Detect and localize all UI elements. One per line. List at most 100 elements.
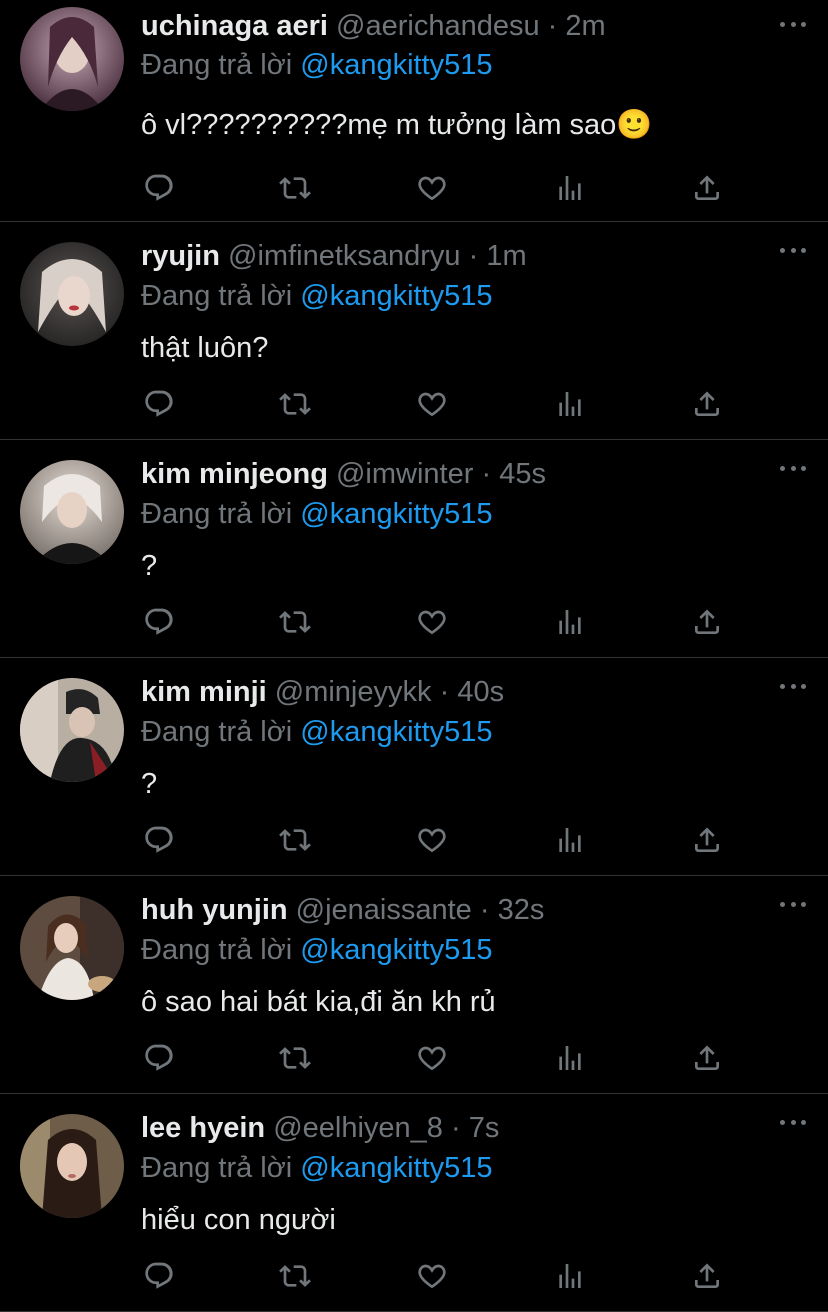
more-icon[interactable] <box>778 238 808 262</box>
tweet[interactable]: kim minjeong @imwinter · 45s Đang trả lờ… <box>0 440 828 658</box>
like-button[interactable] <box>414 604 450 640</box>
tweet[interactable]: kim minji @minjeyykk · 40s Đang trả lời … <box>0 658 828 876</box>
reply-button[interactable] <box>141 604 177 640</box>
like-button[interactable] <box>414 822 450 858</box>
retweet-button[interactable] <box>277 1258 313 1294</box>
replying-to-user-link[interactable]: @kangkitty515 <box>300 49 492 81</box>
more-icon[interactable] <box>778 892 808 916</box>
replying-to-label: Đang trả lời <box>141 280 293 312</box>
reply-button[interactable] <box>141 170 177 206</box>
user-handle[interactable]: @minjeyykk <box>275 676 432 708</box>
views-button[interactable] <box>552 822 588 858</box>
like-button[interactable] <box>414 1040 450 1076</box>
timestamp[interactable]: 1m <box>486 240 526 272</box>
retweet-button[interactable] <box>277 170 313 206</box>
tweet-header: ryujin @imfinetksandryu · 1m <box>141 238 527 274</box>
views-icon <box>559 1046 581 1070</box>
replying-to: Đang trả lời @kangkitty515 <box>141 47 493 83</box>
views-button[interactable] <box>552 604 588 640</box>
retweet-button[interactable] <box>277 1040 313 1076</box>
display-name[interactable]: kim minji <box>141 676 267 708</box>
share-button[interactable] <box>689 822 725 858</box>
reply-button[interactable] <box>141 822 177 858</box>
like-icon <box>418 610 446 635</box>
avatar[interactable] <box>20 896 124 1000</box>
share-button[interactable] <box>689 1258 725 1294</box>
reply-button[interactable] <box>141 386 177 422</box>
replying-to-user-link[interactable]: @kangkitty515 <box>300 716 492 748</box>
replying-to-user-link[interactable]: @kangkitty515 <box>300 280 492 312</box>
share-button[interactable] <box>689 386 725 422</box>
replying-to: Đang trả lời @kangkitty515 <box>141 496 493 532</box>
tweet[interactable]: uchinaga aeri @aerichandesu · 2m Đang tr… <box>0 0 828 222</box>
tweet[interactable]: lee hyein @eelhiyen_8 · 7s Đang trả lời … <box>0 1094 828 1312</box>
user-handle[interactable]: @imwinter <box>336 458 473 490</box>
display-name[interactable]: uchinaga aeri <box>141 10 328 42</box>
more-icon[interactable] <box>778 1110 808 1134</box>
avatar[interactable] <box>20 460 124 564</box>
like-button[interactable] <box>414 1258 450 1294</box>
display-name[interactable]: kim minjeong <box>141 458 328 490</box>
timestamp[interactable]: 32s <box>498 894 545 926</box>
views-icon <box>559 610 581 634</box>
timestamp[interactable]: 40s <box>457 676 504 708</box>
avatar[interactable] <box>20 242 124 346</box>
user-handle[interactable]: @eelhiyen_8 <box>273 1112 443 1144</box>
timestamp[interactable]: 7s <box>469 1112 500 1144</box>
user-handle[interactable]: @jenaissante <box>296 894 472 926</box>
views-button[interactable] <box>552 170 588 206</box>
retweet-icon <box>279 1047 311 1069</box>
display-name[interactable]: ryujin <box>141 240 220 272</box>
reply-icon <box>145 1262 173 1289</box>
share-button[interactable] <box>689 170 725 206</box>
retweet-icon <box>279 1265 311 1287</box>
tweet-header: kim minjeong @imwinter · 45s <box>141 456 546 492</box>
like-button[interactable] <box>414 170 450 206</box>
views-button[interactable] <box>552 1040 588 1076</box>
user-handle[interactable]: @imfinetksandryu <box>228 240 461 272</box>
retweet-icon <box>279 611 311 633</box>
like-icon <box>418 1264 446 1289</box>
tweet-header: huh yunjin @jenaissante · 32s <box>141 892 544 928</box>
replying-to-user-link[interactable]: @kangkitty515 <box>300 934 492 966</box>
views-button[interactable] <box>552 1258 588 1294</box>
views-icon <box>559 392 581 416</box>
replying-to-user-link[interactable]: @kangkitty515 <box>300 498 492 530</box>
tweet[interactable]: huh yunjin @jenaissante · 32s Đang trả l… <box>0 876 828 1094</box>
timestamp[interactable]: 45s <box>499 458 546 490</box>
views-icon <box>559 1264 581 1288</box>
tweet-text: hiểu con người <box>141 1204 336 1236</box>
display-name[interactable]: huh yunjin <box>141 894 288 926</box>
avatar[interactable] <box>20 1114 124 1218</box>
share-button[interactable] <box>689 604 725 640</box>
tweet-text: ? <box>141 550 158 582</box>
tweet-actions <box>141 822 741 858</box>
retweet-button[interactable] <box>277 822 313 858</box>
like-icon <box>418 392 446 417</box>
replying-to-user-link[interactable]: @kangkitty515 <box>300 1152 492 1184</box>
like-icon <box>418 176 446 201</box>
tweet-actions <box>141 604 741 640</box>
avatar[interactable] <box>20 7 124 111</box>
reply-button[interactable] <box>141 1040 177 1076</box>
timestamp[interactable]: 2m <box>565 10 605 42</box>
reply-icon <box>145 826 173 853</box>
more-icon[interactable] <box>778 456 808 480</box>
more-icon[interactable] <box>778 674 808 698</box>
separator-dot: · <box>547 10 558 42</box>
reply-button[interactable] <box>141 1258 177 1294</box>
tweet[interactable]: ryujin @imfinetksandryu · 1m Đang trả lờ… <box>0 222 828 440</box>
avatar[interactable] <box>20 678 124 782</box>
retweet-button[interactable] <box>277 604 313 640</box>
reply-icon <box>145 608 173 635</box>
share-button[interactable] <box>689 1040 725 1076</box>
views-button[interactable] <box>552 386 588 422</box>
more-icon[interactable] <box>778 12 808 36</box>
replying-to: Đang trả lời @kangkitty515 <box>141 714 493 750</box>
display-name[interactable]: lee hyein <box>141 1112 265 1144</box>
retweet-button[interactable] <box>277 386 313 422</box>
replying-to-label: Đang trả lời <box>141 49 293 81</box>
replying-to-label: Đang trả lời <box>141 1152 293 1184</box>
like-button[interactable] <box>414 386 450 422</box>
user-handle[interactable]: @aerichandesu <box>336 10 540 42</box>
